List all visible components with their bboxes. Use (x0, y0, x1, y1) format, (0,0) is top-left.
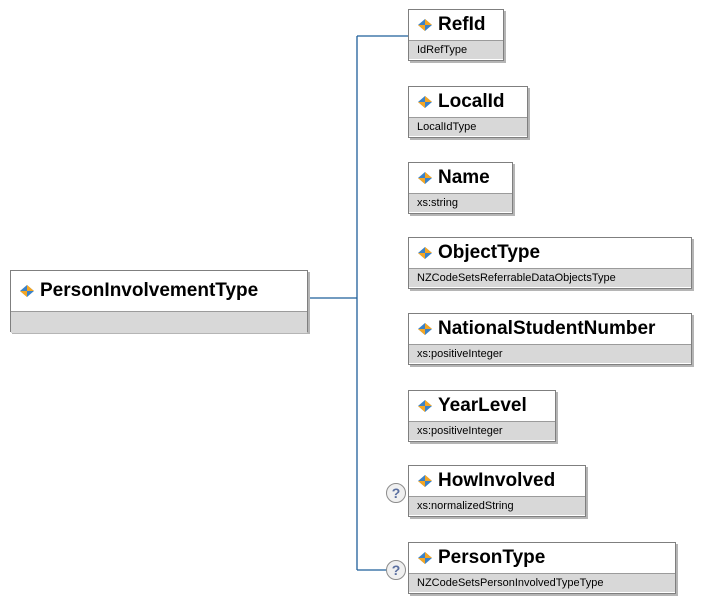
element-node-howinvolved[interactable]: HowInvolved xs:normalizedString (408, 465, 586, 517)
element-type: LocalIdType (409, 117, 527, 136)
element-title: YearLevel (409, 391, 555, 421)
element-type: NZCodeSetsReferrableDataObjectsType (409, 268, 691, 287)
element-name: RefId (438, 14, 486, 35)
element-icon (417, 172, 433, 184)
element-type: xs:normalizedString (409, 496, 585, 515)
element-icon (417, 552, 433, 564)
element-name: ObjectType (438, 242, 541, 263)
element-title: PersonType (409, 543, 675, 573)
optional-marker-icon: ? (386, 483, 406, 503)
element-icon (417, 96, 433, 108)
element-title: LocalId (409, 87, 527, 117)
element-node-refid[interactable]: RefId IdRefType (408, 9, 504, 61)
element-icon (417, 19, 433, 31)
element-type: IdRefType (409, 40, 503, 59)
element-type: NZCodeSetsPersonInvolvedTypeType (409, 573, 675, 592)
element-name: PersonType (438, 547, 546, 568)
root-type-bar (11, 311, 307, 333)
element-title: Name (409, 163, 512, 193)
element-node-localid[interactable]: LocalId LocalIdType (408, 86, 528, 138)
element-icon (417, 400, 433, 412)
element-title: RefId (409, 10, 503, 40)
optional-marker-icon: ? (386, 560, 406, 580)
element-name: NationalStudentNumber (438, 318, 656, 339)
element-icon (19, 285, 35, 297)
element-node-persontype[interactable]: PersonType NZCodeSetsPersonInvolvedTypeT… (408, 542, 676, 594)
element-icon (417, 323, 433, 335)
element-icon (417, 475, 433, 487)
element-type: xs:positiveInteger (409, 421, 555, 440)
element-type: xs:string (409, 193, 512, 212)
element-name: LocalId (438, 91, 505, 112)
element-name: YearLevel (438, 395, 527, 416)
root-name: PersonInvolvementType (40, 280, 259, 301)
element-name: HowInvolved (438, 470, 556, 491)
element-title: ObjectType (409, 238, 691, 268)
element-title: NationalStudentNumber (409, 314, 691, 344)
element-node-yearlevel[interactable]: YearLevel xs:positiveInteger (408, 390, 556, 442)
element-title: HowInvolved (409, 466, 585, 496)
element-type: xs:positiveInteger (409, 344, 691, 363)
element-node-nationalstudentnumber[interactable]: NationalStudentNumber xs:positiveInteger (408, 313, 692, 365)
element-name: Name (438, 167, 490, 188)
element-node-objecttype[interactable]: ObjectType NZCodeSetsReferrableDataObjec… (408, 237, 692, 289)
root-title: PersonInvolvementType (11, 271, 307, 311)
root-node[interactable]: PersonInvolvementType (10, 270, 308, 333)
schema-diagram: PersonInvolvementType RefId IdRefType Lo… (0, 0, 704, 599)
element-node-name[interactable]: Name xs:string (408, 162, 513, 214)
element-icon (417, 247, 433, 259)
